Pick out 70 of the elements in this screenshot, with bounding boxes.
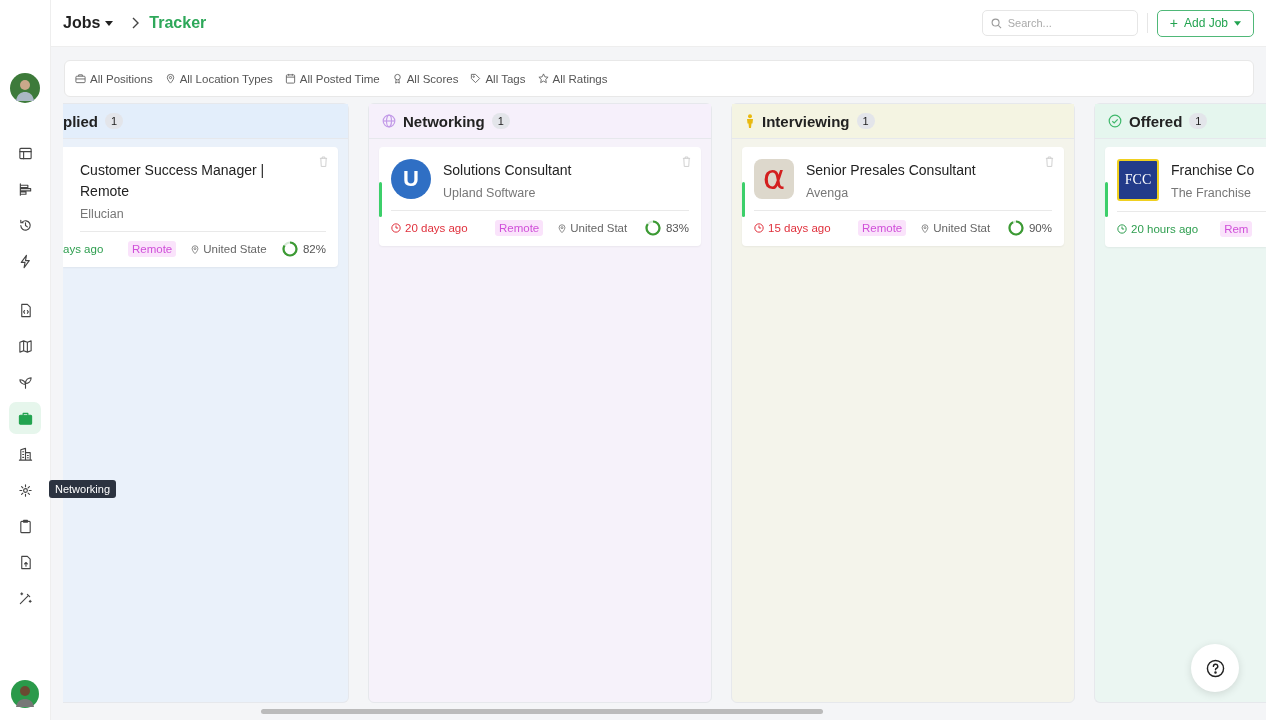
chevron-right-icon (131, 17, 140, 29)
company-logo: FCC (1117, 159, 1159, 201)
count-badge: 1 (491, 113, 510, 129)
remote-tag: Remote (858, 220, 907, 236)
job-title: Senior Presales Consultant (806, 161, 976, 180)
count-badge: 1 (1189, 113, 1208, 129)
remote-tag: Remote (495, 220, 544, 236)
count-badge: 1 (856, 113, 875, 129)
user-avatar[interactable] (11, 680, 39, 708)
person-icon (745, 114, 755, 128)
job-title: Solutions Consultant (443, 161, 572, 180)
search-field[interactable]: Search... (981, 10, 1138, 36)
star-icon (537, 73, 549, 84)
pin-icon (164, 73, 176, 84)
company-name: Ellucian (80, 207, 125, 221)
filter-dropdown[interactable]: All Ratings (537, 72, 608, 85)
clock-icon (754, 223, 764, 233)
job-card[interactable]: U Solutions Consultant Upland Software 20 days ago Remote United Stat 83% (379, 147, 701, 246)
help-icon (1205, 658, 1225, 678)
filter-dropdown[interactable]: All Location Types (164, 72, 273, 85)
briefcase-icon (75, 73, 86, 84)
column-title: Interviewing (762, 112, 850, 130)
job-title: Franchise Co (1171, 161, 1255, 180)
filter-dropdown[interactable]: All Scores (391, 72, 459, 85)
filter-dropdown[interactable]: All Posted Time (284, 72, 380, 85)
horizontal-scrollbar[interactable] (261, 709, 823, 714)
remote-tag: Rem (1220, 221, 1253, 237)
posted-time: ays ago (63, 243, 105, 255)
location-label: United Stat (557, 222, 634, 234)
check-circle-icon (1108, 114, 1122, 128)
help-button[interactable] (1191, 644, 1239, 692)
filter-dropdown[interactable]: All Tags (470, 72, 526, 85)
clock-icon (1117, 224, 1127, 234)
globe-icon (382, 114, 396, 128)
remote-tag: Remote (128, 241, 177, 257)
caret-icon (1234, 20, 1241, 26)
award-icon (391, 73, 403, 84)
caret-icon (105, 20, 114, 26)
tag-icon (470, 73, 482, 84)
posted-time: 20 days ago (391, 222, 495, 234)
company-name: Upland Software (443, 186, 537, 200)
posted-time: 20 hours ago (1117, 223, 1199, 235)
job-card[interactable]: Customer Success Manager | Remote Ellucian ays ago Remote United State 82% (63, 147, 338, 267)
match-score: 90% (1028, 222, 1052, 234)
company-name: The Franchise (1171, 186, 1252, 200)
company-name: Avenga (806, 186, 850, 200)
column-title: Offered (1129, 112, 1183, 130)
location-label: United State (190, 243, 277, 255)
location-label: United Stat (920, 222, 997, 234)
match-score: 83% (665, 222, 689, 234)
match-score: 82% (302, 243, 326, 255)
job-card[interactable]: FCC Franchise Co The Franchise 20 hours ago Rem (1105, 147, 1266, 247)
pin-icon (920, 222, 931, 234)
briefcase-nav-icon[interactable] (9, 402, 41, 434)
column-title: Networking (403, 112, 485, 130)
calendar-icon (284, 73, 296, 84)
user-avatar[interactable] (10, 73, 40, 103)
job-title: Customer Success Manager | Remote (80, 161, 266, 201)
count-badge: 1 (105, 113, 124, 129)
company-logo: α (754, 159, 794, 199)
clock-icon (391, 223, 401, 233)
company-logo: U (391, 159, 431, 199)
job-card[interactable]: α Senior Presales Consultant Avenga 15 days ago Remote United Stat 90% (742, 147, 1064, 246)
column-title: plied (63, 112, 98, 130)
pin-icon (190, 243, 201, 255)
filter-dropdown[interactable]: All Positions (75, 72, 153, 85)
pin-icon (557, 222, 568, 234)
jobs-dropdown[interactable]: Jobs (63, 14, 114, 32)
posted-time: 15 days ago (754, 222, 858, 234)
tooltip: Networking (49, 480, 117, 498)
